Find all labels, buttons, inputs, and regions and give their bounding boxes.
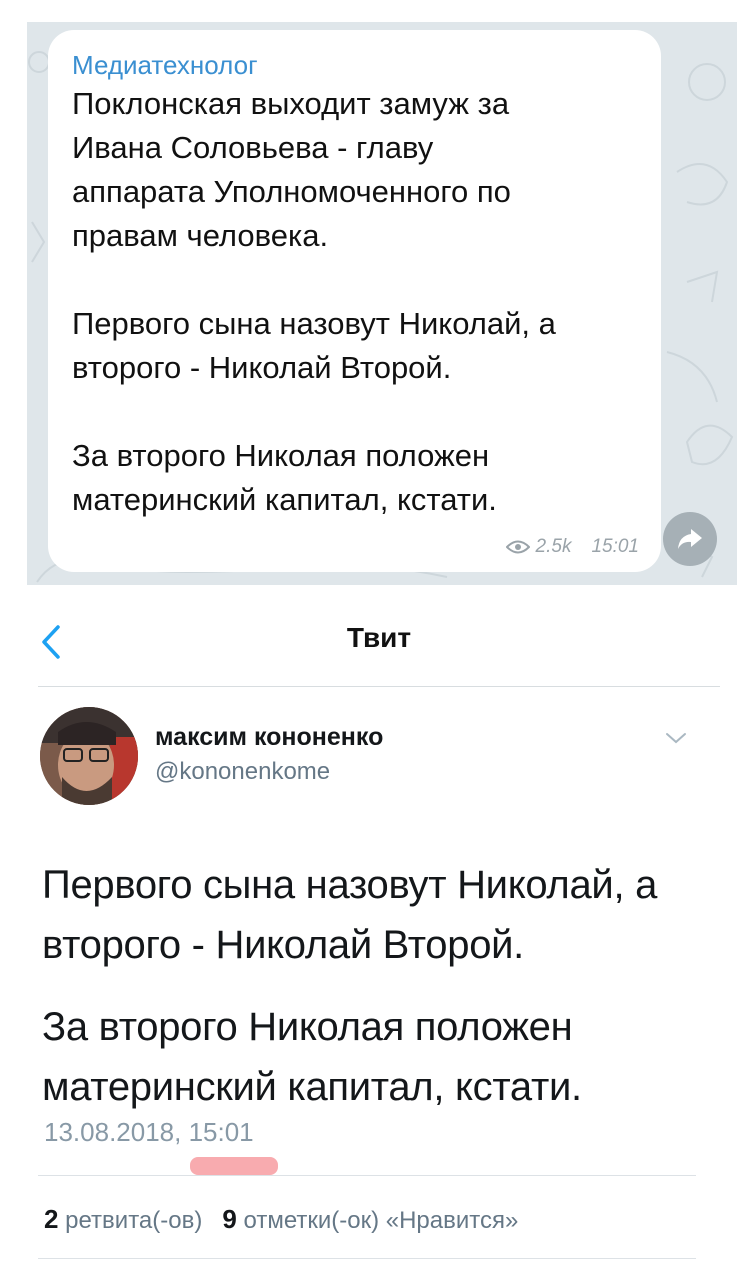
tweet-text: Первого сына назовут Николай, а второго …	[42, 855, 702, 1139]
message-bubble[interactable]: Медиатехнолог Поклонская выходит замуж з…	[48, 30, 661, 572]
divider	[38, 1258, 696, 1259]
telegram-chat-area: Медиатехнолог Поклонская выходит замуж з…	[27, 22, 737, 585]
share-arrow-icon	[678, 529, 702, 549]
time-highlight-mark	[190, 1157, 278, 1175]
like-count[interactable]: 9	[222, 1204, 236, 1234]
view-count: 2.5k	[535, 536, 572, 557]
avatar-image	[40, 707, 138, 805]
message-meta: 2.5k 15:01	[505, 536, 639, 558]
chevron-down-icon[interactable]	[664, 730, 688, 746]
retweet-label[interactable]: ретвита(-ов)	[65, 1207, 202, 1234]
tweet-paragraph: Первого сына назовут Николай, а второго …	[42, 863, 658, 967]
like-label[interactable]: отметки(-ок) «Нравится»	[244, 1207, 519, 1234]
tweet-timestamp: 13.08.2018, 15:01	[44, 1117, 254, 1147]
user-handle[interactable]: @kononenkome	[155, 758, 330, 786]
message-sender[interactable]: Медиатехнолог	[72, 50, 635, 80]
avatar[interactable]	[40, 707, 138, 805]
tweet-nav-bar: Твит	[38, 600, 720, 687]
retweet-count[interactable]: 2	[44, 1204, 58, 1234]
tweet-stats: 2 ретвита(-ов) 9 отметки(-ок) «Нравится»	[44, 1204, 518, 1235]
share-button[interactable]	[663, 512, 717, 566]
message-text: Поклонская выходит замуж за Ивана Соловь…	[72, 86, 556, 517]
message-time: 15:01	[591, 536, 639, 557]
page-title: Твит	[346, 622, 412, 653]
divider	[38, 1175, 696, 1176]
eye-icon	[505, 540, 530, 554]
user-name[interactable]: максим кононенко	[155, 723, 383, 752]
tweet-paragraph: За второго Николая положен материнский к…	[42, 1005, 582, 1109]
